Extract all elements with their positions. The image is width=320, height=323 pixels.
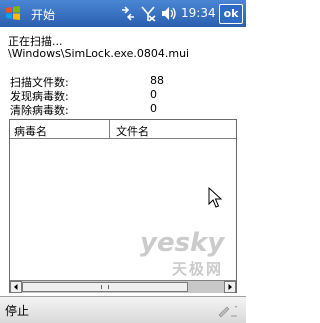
stop-softkey[interactable]: 停止 bbox=[5, 302, 29, 319]
watermark-line2: 天极网 bbox=[172, 260, 224, 278]
windows-start-icon[interactable] bbox=[5, 5, 21, 21]
clock[interactable]: 19:34 bbox=[181, 6, 216, 20]
no-signal-icon[interactable] bbox=[140, 5, 156, 22]
column-divider[interactable] bbox=[109, 120, 110, 138]
keyboard-input-icon[interactable] bbox=[215, 302, 241, 318]
volume-icon[interactable] bbox=[160, 5, 178, 22]
arrow-left-icon bbox=[14, 284, 18, 290]
connectivity-icon[interactable] bbox=[120, 5, 136, 22]
files-scanned-value: 88 bbox=[150, 74, 164, 87]
viruses-cleared-value: 0 bbox=[150, 102, 157, 115]
pointer-cursor-icon bbox=[208, 187, 222, 208]
menu-bar: 停止 bbox=[0, 296, 246, 323]
watermark-logo: yesky 天极网 bbox=[140, 228, 240, 292]
scroll-left-button[interactable] bbox=[10, 281, 22, 293]
title-bar: 开始 19:34 ok bbox=[0, 0, 246, 27]
app-title[interactable]: 开始 bbox=[31, 6, 55, 23]
list-header: 病毒名 文件名 bbox=[10, 120, 236, 139]
column-file-name[interactable]: 文件名 bbox=[116, 123, 149, 139]
watermark-line1: yesky bbox=[140, 228, 225, 258]
ok-button[interactable]: ok bbox=[219, 4, 243, 24]
column-virus-name[interactable]: 病毒名 bbox=[14, 123, 47, 139]
grip-icon bbox=[101, 285, 109, 289]
viruses-found-value: 0 bbox=[150, 88, 157, 101]
viruses-cleared-label: 清除病毒数: bbox=[10, 104, 69, 117]
scan-path: \Windows\SimLock.exe.0804.mui bbox=[8, 47, 190, 60]
